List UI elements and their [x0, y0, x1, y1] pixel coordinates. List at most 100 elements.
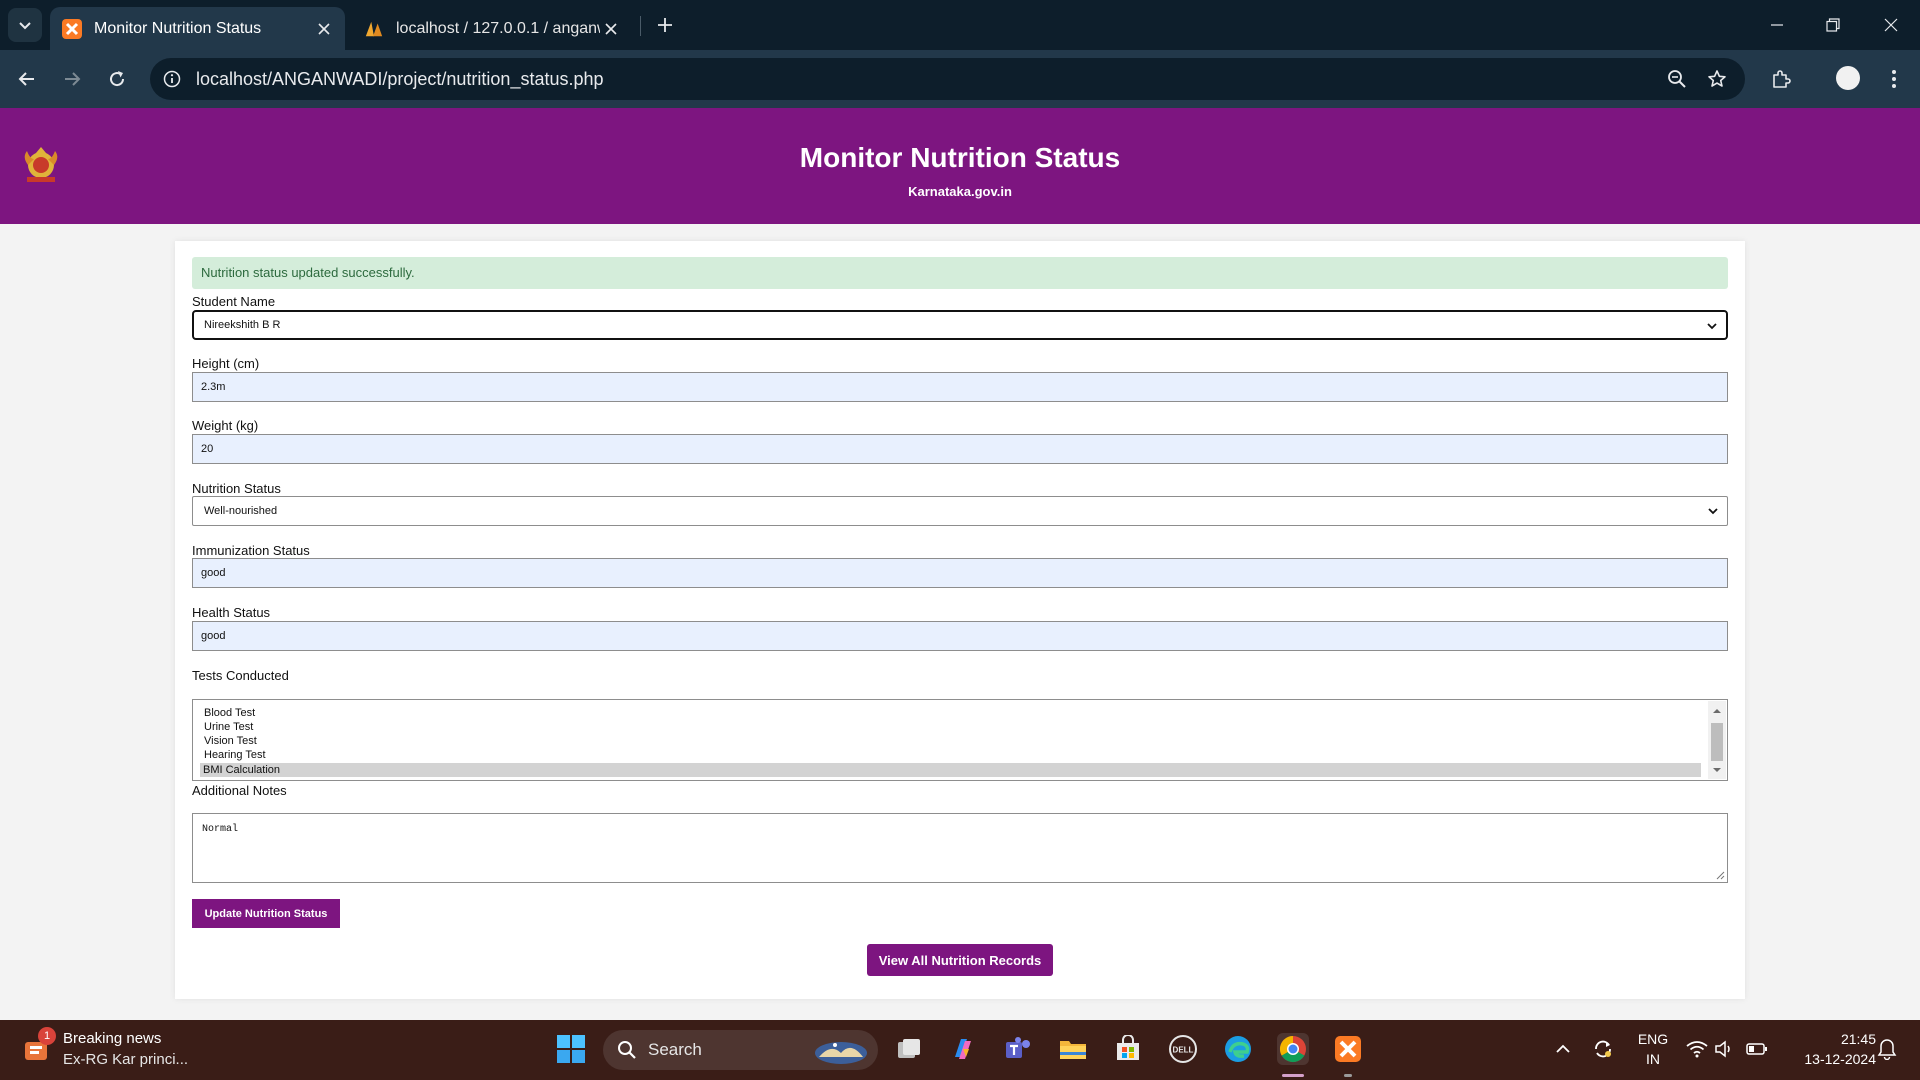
new-tab-button[interactable]: [652, 12, 678, 38]
file-explorer-icon[interactable]: [1057, 1033, 1089, 1065]
success-alert: Nutrition status updated successfully.: [192, 257, 1728, 289]
reload-icon: [110, 71, 125, 87]
resize-handle-icon[interactable]: [1715, 870, 1725, 880]
health-status-input[interactable]: good: [192, 621, 1728, 651]
nutrition-status-select[interactable]: Well-nourished: [192, 496, 1728, 526]
chrome-icon[interactable]: [1277, 1033, 1309, 1065]
more-vertical-icon: [1892, 70, 1896, 88]
tab-search-button[interactable]: [8, 8, 42, 42]
notification-bell-icon[interactable]: [1871, 1033, 1903, 1065]
student-name-select[interactable]: Nireekshith B R: [192, 310, 1728, 340]
search-icon: [618, 1041, 636, 1059]
list-item-selected[interactable]: BMI Calculation: [200, 763, 1701, 777]
immunization-status-input[interactable]: good: [192, 558, 1728, 588]
news-badge: 1: [38, 1027, 56, 1045]
show-hidden-icons-button[interactable]: [1547, 1033, 1579, 1065]
update-nutrition-button[interactable]: Update Nutrition Status: [192, 899, 340, 928]
list-item[interactable]: Vision Test: [201, 734, 1704, 748]
language-line1[interactable]: ENG: [1633, 1031, 1673, 1047]
height-label: Height (cm): [192, 356, 260, 371]
bookmark-star-icon[interactable]: [1705, 67, 1729, 91]
address-bar[interactable]: localhost/ANGANWADI/project/nutrition_st…: [150, 58, 1745, 100]
reload-button[interactable]: [102, 64, 132, 94]
search-highlight-art-icon: [815, 1042, 867, 1064]
student-name-value: Nireekshith B R: [204, 319, 281, 331]
url-text[interactable]: localhost/ANGANWADI/project/nutrition_st…: [196, 69, 604, 90]
battery-icon[interactable]: [1741, 1033, 1773, 1065]
immunization-status-label: Immunization Status: [192, 543, 310, 558]
sync-icon[interactable]: [1587, 1033, 1619, 1065]
minimize-icon: [1771, 24, 1783, 26]
phpmyadmin-icon: [364, 19, 384, 39]
close-tab-icon[interactable]: [313, 18, 335, 40]
chrome-active-indicator: [1282, 1074, 1304, 1077]
health-status-label: Health Status: [192, 605, 271, 620]
weight-label: Weight (kg): [192, 418, 259, 433]
xampp-icon: [62, 18, 82, 39]
chevron-down-icon: [1707, 323, 1717, 330]
tab-monitor-nutrition[interactable]: Monitor Nutrition Status: [50, 7, 345, 50]
tab-phpmyadmin[interactable]: localhost / 127.0.0.1 / anganwadi: [352, 7, 632, 50]
site-header: Monitor Nutrition Status Karnataka.gov.i…: [0, 108, 1920, 224]
edge-icon[interactable]: [1222, 1033, 1254, 1065]
student-name-label: Student Name: [192, 294, 276, 309]
page-title: Monitor Nutrition Status: [799, 142, 1121, 173]
chevron-up-icon: [1556, 1044, 1570, 1053]
clock-time[interactable]: 21:45: [1786, 1031, 1876, 1047]
additional-notes-textarea[interactable]: Normal: [192, 813, 1728, 883]
copilot-icon[interactable]: [947, 1033, 979, 1065]
back-button[interactable]: [12, 64, 42, 94]
zoom-icon[interactable]: [1665, 67, 1689, 91]
extensions-button[interactable]: [1766, 64, 1796, 94]
plus-icon: [658, 18, 672, 32]
search-placeholder: Search: [648, 1040, 702, 1059]
minimize-button[interactable]: [1762, 10, 1792, 40]
scroll-up-icon[interactable]: [1712, 706, 1722, 716]
microsoft-store-icon[interactable]: [1112, 1033, 1144, 1065]
news-title[interactable]: Breaking news: [63, 1030, 161, 1047]
restore-button[interactable]: [1818, 10, 1848, 40]
teams-icon[interactable]: [1002, 1033, 1034, 1065]
arrow-left-icon: [18, 72, 34, 86]
volume-icon[interactable]: [1708, 1033, 1740, 1065]
task-view-icon[interactable]: [893, 1033, 925, 1065]
profile-avatar[interactable]: [1836, 66, 1860, 90]
list-item[interactable]: Blood Test: [201, 706, 1704, 720]
nutrition-status-value: Well-nourished: [204, 505, 278, 517]
arrow-right-icon: [65, 72, 81, 86]
clock-date[interactable]: 13-12-2024: [1772, 1051, 1876, 1067]
dell-icon[interactable]: DELL: [1167, 1033, 1199, 1065]
tab-divider: [640, 16, 641, 36]
listbox-scrollbar[interactable]: [1708, 701, 1726, 779]
forward-button[interactable]: [57, 64, 87, 94]
close-tab-icon[interactable]: [600, 18, 622, 40]
close-window-button[interactable]: [1876, 10, 1906, 40]
tab-title: Monitor Nutrition Status: [94, 19, 262, 37]
scrollbar-thumb[interactable]: [1711, 723, 1723, 761]
puzzle-icon: [1773, 70, 1791, 88]
page-viewport: Monitor Nutrition Status Karnataka.gov.i…: [0, 108, 1920, 1020]
view-all-records-button[interactable]: View All Nutrition Records: [867, 944, 1053, 976]
height-input[interactable]: 2.3m: [192, 372, 1728, 402]
xampp-taskbar-icon[interactable]: [1332, 1033, 1364, 1065]
news-subtitle[interactable]: Ex-RG Kar princi...: [63, 1051, 188, 1068]
scroll-down-icon[interactable]: [1712, 765, 1722, 775]
taskbar-search-box[interactable]: Search: [603, 1030, 878, 1070]
close-icon: [1884, 18, 1898, 32]
language-line2[interactable]: IN: [1633, 1051, 1673, 1067]
site-info-icon[interactable]: [160, 67, 184, 91]
svg-text:DELL: DELL: [1173, 1046, 1194, 1055]
list-item[interactable]: Hearing Test: [201, 748, 1704, 762]
chevron-down-icon: [19, 22, 31, 30]
restore-icon: [1826, 18, 1840, 32]
weight-input[interactable]: 20: [192, 434, 1728, 464]
windows-start-icon[interactable]: [555, 1033, 587, 1065]
browser-menu-button[interactable]: [1882, 64, 1906, 94]
list-item[interactable]: Urine Test: [201, 720, 1704, 734]
nutrition-status-label: Nutrition Status: [192, 481, 281, 496]
taskbar: 1 Breaking news Ex-RG Kar princi... Sear…: [0, 1020, 1920, 1080]
tests-conducted-listbox[interactable]: Blood Test Urine Test Vision Test Hearin…: [192, 699, 1728, 781]
browser-toolbar: localhost/ANGANWADI/project/nutrition_st…: [0, 50, 1920, 108]
tab-title: localhost / 127.0.0.1 / anganwadi: [396, 19, 600, 37]
additional-notes-value: Normal: [202, 824, 239, 835]
